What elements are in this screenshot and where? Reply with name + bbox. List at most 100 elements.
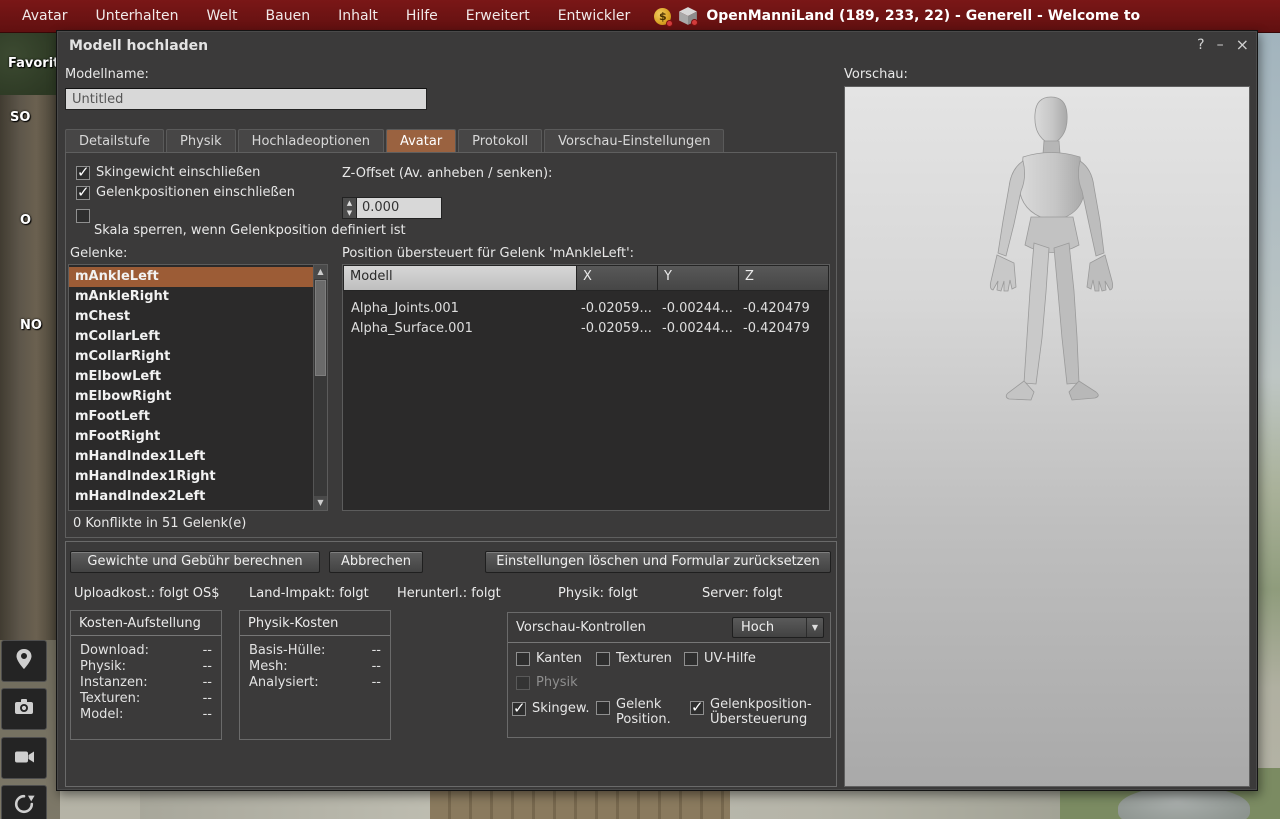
list-item-joint[interactable]: mAnkleLeft [69,267,313,287]
cost-value: -- [203,691,212,707]
physics-label: Mesh: [249,659,288,675]
tab-hochladeoptionen[interactable]: Hochladeoptionen [238,129,384,152]
menu-erweitert[interactable]: Erweitert [452,0,544,32]
preview-viewport[interactable] [844,86,1250,787]
close-button[interactable]: × [1236,31,1249,59]
uv-guide-checkbox[interactable]: ✓ [684,652,698,666]
table-row[interactable]: Alpha_Surface.001 -0.02059... -0.00244..… [343,319,829,339]
menu-bauen[interactable]: Bauen [252,0,325,32]
menu-unterhalten[interactable]: Unterhalten [81,0,192,32]
textures-checkbox[interactable]: ✓ [596,652,610,666]
reset-button[interactable]: Einstellungen löschen und Formular zurüc… [485,551,831,573]
column-header-x[interactable]: X [577,266,657,290]
physics-checkbox[interactable]: ✓ [516,676,530,690]
joint-position-checkbox[interactable]: ✓ [596,701,610,715]
list-item-joint[interactable]: mHandIndex2Left [69,487,313,507]
spinner-down-icon[interactable]: ▼ [343,208,356,218]
menu-inhalt[interactable]: Inhalt [324,0,392,32]
lock-scale-checkbox[interactable]: ✓ [76,209,90,223]
list-item-joint[interactable]: mCollarLeft [69,327,313,347]
joint-positions-checkbox-row: ✓ Gelenkpositionen einschließen [76,185,295,200]
skin-weights-checkbox-row: ✓ Skingewicht einschließen [76,165,260,180]
physics-row: Analysiert:-- [249,675,381,691]
spinner-arrows: ▲ ▼ [342,197,356,219]
compass-label-o: O [20,213,31,228]
upload-model-dialog: Modell hochladen ? – × Modellname: Detai… [56,30,1258,791]
z-offset-spinner: ▲ ▼ 0.000 [342,197,442,219]
check-icon: ✓ [691,698,704,716]
detail-level-dropdown[interactable]: Hoch ▼ [732,617,824,638]
tab-physik[interactable]: Physik [166,129,236,152]
inventory-box-icon[interactable] [678,6,698,26]
scrollbar[interactable]: ▲ ▼ [313,265,327,510]
joints-list[interactable]: mAnkleLeft mAnkleRight mChest mCollarLef… [68,264,328,511]
menu-hilfe[interactable]: Hilfe [392,0,452,32]
joint-position-checkbox-row: ✓ Gelenk Position. [596,697,678,727]
joint-position-label: Gelenk Position. [616,697,678,727]
column-header-y[interactable]: Y [658,266,738,290]
cost-breakdown-title: Kosten-Aufstellung [71,611,221,636]
cost-label: Physik: [80,659,126,675]
physics-cost-title: Physik-Kosten [240,611,390,636]
tab-vorschau-einstellungen[interactable]: Vorschau-Einstellungen [544,129,724,152]
snapshot-button[interactable] [1,688,47,730]
menubar: Avatar Unterhalten Welt Bauen Inhalt Hil… [0,0,1280,33]
dialog-titlebar[interactable]: Modell hochladen ? – × [57,31,1257,59]
scroll-up-icon[interactable]: ▲ [314,265,327,279]
cost-value: -- [203,675,212,691]
joint-override-label: Gelenkposition-Übersteuerung [710,697,828,727]
tab-avatar[interactable]: Avatar [386,129,456,152]
z-offset-value[interactable]: 0.000 [356,197,442,219]
minimize-button[interactable]: – [1217,31,1224,59]
cost-value: -- [203,643,212,659]
model-name-input[interactable] [65,88,427,110]
uv-guide-checkbox-row: ✓ UV-Hilfe [684,651,756,666]
menu-welt[interactable]: Welt [193,0,252,32]
skin-weight-preview-checkbox[interactable]: ✓ [512,702,526,716]
cell-y: -0.00244... [657,319,738,339]
list-item-joint[interactable]: mElbowRight [69,387,313,407]
scrollbar-thumb[interactable] [315,280,326,376]
menu-entwickler[interactable]: Entwickler [544,0,645,32]
physics-row: Mesh:-- [249,659,381,675]
scroll-down-icon[interactable]: ▼ [314,496,327,510]
edges-checkbox[interactable]: ✓ [516,652,530,666]
list-item-joint[interactable]: mHandIndex1Right [69,467,313,487]
tree-trunk [0,95,56,655]
joints-label: Gelenke: [70,246,127,261]
help-button[interactable]: ? [1197,31,1204,59]
refresh-icon [13,793,35,819]
skin-weights-label: Skingewicht einschließen [96,165,260,180]
tab-detailstufe[interactable]: Detailstufe [65,129,164,152]
cost-row: Download:-- [80,643,212,659]
list-item-joint[interactable]: mChest [69,307,313,327]
joint-override-checkbox[interactable]: ✓ [690,701,704,715]
list-item-joint[interactable]: mCollarRight [69,347,313,367]
notification-dot [666,20,673,27]
list-item-joint[interactable]: mFootLeft [69,407,313,427]
currency-icon[interactable]: $ [654,8,671,25]
refresh-button[interactable] [1,785,47,819]
cell-model: Alpha_Surface.001 [343,319,576,339]
joint-positions-checkbox[interactable]: ✓ [76,186,90,200]
camera-controls-button[interactable] [1,737,47,779]
column-header-z[interactable]: Z [739,266,828,290]
table-row[interactable]: Alpha_Joints.001 -0.02059... -0.00244...… [343,299,829,319]
list-item-joint[interactable]: mFootRight [69,427,313,447]
cost-row: Texturen:-- [80,691,212,707]
list-item-joint[interactable]: mHandIndex1Left [69,447,313,467]
skin-weights-checkbox[interactable]: ✓ [76,166,90,180]
menu-avatar[interactable]: Avatar [8,0,81,32]
list-item-joint[interactable]: mAnkleRight [69,287,313,307]
column-header-modell[interactable]: Modell [344,266,576,290]
cancel-button[interactable]: Abbrechen [329,551,423,573]
cell-y: -0.00244... [657,299,738,319]
list-item-joint[interactable]: mElbowLeft [69,367,313,387]
preview-controls-title: Vorschau-Kontrollen [516,620,646,635]
calculate-button[interactable]: Gewichte und Gebühr berechnen [70,551,320,573]
landmark-button[interactable] [1,640,47,682]
dialog-title: Modell hochladen [69,31,208,61]
spinner-up-icon[interactable]: ▲ [343,198,356,208]
currency-symbol: $ [659,10,667,23]
tab-protokoll[interactable]: Protokoll [458,129,542,152]
